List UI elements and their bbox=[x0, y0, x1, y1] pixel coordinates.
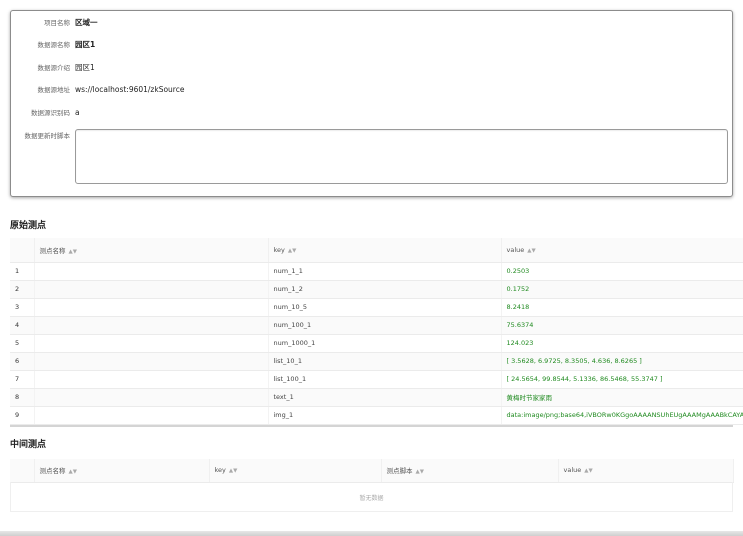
point-key-cell: num_100_1 bbox=[268, 316, 502, 335]
point-value-cell: 8.2418 bbox=[501, 298, 743, 317]
point-name-cell bbox=[34, 334, 269, 353]
row-index: 6 bbox=[10, 352, 35, 371]
mid-points-title: 中间测点 bbox=[10, 440, 47, 450]
sort-caret-icon[interactable]: ▲▼ bbox=[416, 469, 424, 475]
point-name-cell bbox=[34, 370, 269, 389]
table-row[interactable]: 2 num_1_2 0.1752 bbox=[10, 280, 743, 299]
point-value-cell: 0.2503 bbox=[501, 262, 743, 281]
row-index: 4 bbox=[10, 316, 35, 335]
row-index: 9 bbox=[10, 406, 35, 425]
form-row-source-id: 数据源识别码 a bbox=[11, 106, 732, 120]
row-index: 5 bbox=[10, 334, 35, 353]
bottom-edge bbox=[0, 531, 743, 536]
table-row[interactable]: 7 list_100_1 [ 24.5654, 99.8544, 5.1336,… bbox=[10, 370, 743, 389]
mid-points-header-row: 测点名称 ▲▼ key ▲▼ 测点脚本 ▲▼ value ▲▼ bbox=[10, 459, 734, 483]
source-id-value: a bbox=[75, 108, 80, 117]
table-row[interactable]: 9 img_1 data:image/png;base64,iVBORw0KGg… bbox=[10, 406, 743, 425]
form-row-source-name: 数据源名称 园区1 bbox=[11, 38, 732, 52]
key-column-header[interactable]: key ▲▼ bbox=[209, 459, 382, 483]
table-row[interactable]: 3 num_10_5 8.2418 bbox=[10, 298, 743, 317]
value-column-header[interactable]: value ▲▼ bbox=[501, 238, 743, 263]
row-index: 8 bbox=[10, 388, 35, 407]
project-value: 区域一 bbox=[75, 18, 98, 27]
point-value-cell: data:image/png;base64,iVBORw0KGgoAAAANSU… bbox=[501, 406, 743, 425]
point-value-cell: 0.1752 bbox=[501, 280, 743, 299]
script-column-header[interactable]: 测点脚本 ▲▼ bbox=[381, 459, 559, 483]
row-index: 3 bbox=[10, 298, 35, 317]
point-value-cell: 75.6374 bbox=[501, 316, 743, 335]
point-name-cell bbox=[34, 316, 269, 335]
source-name-label: 数据源名称 bbox=[37, 41, 71, 49]
empty-state: 暂无数据 bbox=[10, 482, 733, 512]
update-script-textarea[interactable] bbox=[75, 129, 728, 184]
point-value-cell: 黄梅时节家家雨 bbox=[501, 388, 743, 407]
point-name-cell bbox=[34, 406, 269, 425]
sort-caret-icon[interactable]: ▲▼ bbox=[288, 248, 296, 254]
point-key-cell: img_1 bbox=[268, 406, 502, 425]
mid-points-table: 测点名称 ▲▼ key ▲▼ 测点脚本 ▲▼ value ▲▼ bbox=[10, 459, 734, 483]
value-column-header[interactable]: value ▲▼ bbox=[558, 459, 734, 483]
table-row[interactable]: 1 num_1_1 0.2503 bbox=[10, 262, 743, 281]
point-key-cell: num_1_2 bbox=[268, 280, 502, 299]
sort-caret-icon[interactable]: ▲▼ bbox=[69, 249, 77, 255]
raw-points-title: 原始测点 bbox=[10, 221, 47, 231]
point-name-cell bbox=[34, 388, 269, 407]
source-name-value: 园区1 bbox=[75, 40, 96, 49]
source-id-label: 数据源识别码 bbox=[31, 109, 70, 117]
point-key-cell: list_100_1 bbox=[268, 370, 502, 389]
row-index: 2 bbox=[10, 280, 35, 299]
source-addr-value: ws://localhost:9601/zkSource bbox=[75, 85, 185, 94]
source-desc-label: 数据源介绍 bbox=[37, 64, 71, 72]
project-label: 项目名称 bbox=[44, 19, 70, 27]
point-key-cell: text_1 bbox=[268, 388, 502, 407]
key-column-header[interactable]: key ▲▼ bbox=[268, 238, 502, 263]
index-header bbox=[10, 459, 35, 483]
table-row[interactable]: 8 text_1 黄梅时节家家雨 bbox=[10, 388, 743, 407]
point-key-cell: num_1000_1 bbox=[268, 334, 502, 353]
row-index: 7 bbox=[10, 370, 35, 389]
raw-points-table: 测点名称 ▲▼ key ▲▼ value ▲▼ 1 num_1_1 0.2503 2 … bbox=[10, 238, 743, 425]
table-row[interactable]: 4 num_100_1 75.6374 bbox=[10, 316, 743, 335]
point-name-cell bbox=[34, 298, 269, 317]
table-row[interactable]: 6 list_10_1 [ 3.5628, 6.9725, 8.3505, 4.… bbox=[10, 352, 743, 371]
row-index: 1 bbox=[10, 262, 35, 281]
source-desc-value: 园区1 bbox=[75, 63, 95, 72]
source-addr-label: 数据源地址 bbox=[37, 86, 71, 94]
index-header bbox=[10, 238, 35, 263]
point-value-cell: [ 3.5628, 6.9725, 8.3505, 4.636, 8.6265 … bbox=[501, 352, 743, 371]
point-name-cell bbox=[34, 280, 269, 299]
sort-caret-icon[interactable]: ▲▼ bbox=[229, 468, 237, 474]
point-value-cell: [ 24.5654, 99.8544, 5.1336, 86.5468, 55.… bbox=[501, 370, 743, 389]
sort-caret-icon[interactable]: ▲▼ bbox=[527, 248, 535, 254]
datasource-form: 项目名称 区域一 数据源名称 园区1 数据源介绍 园区1 数据源地址 ws://… bbox=[10, 10, 733, 197]
form-row-source-addr: 数据源地址 ws://localhost:9601/zkSource bbox=[11, 83, 732, 97]
script-label: 数据更新时脚本 bbox=[24, 132, 71, 140]
name-column-header[interactable]: 测点名称 ▲▼ bbox=[34, 238, 269, 263]
sort-caret-icon[interactable]: ▲▼ bbox=[69, 469, 77, 475]
form-row-project: 项目名称 区域一 bbox=[11, 16, 732, 30]
point-key-cell: num_1_1 bbox=[268, 262, 502, 281]
empty-text: 暂无数据 bbox=[359, 495, 384, 502]
sort-caret-icon[interactable]: ▲▼ bbox=[584, 468, 592, 474]
raw-points-header-row: 测点名称 ▲▼ key ▲▼ value ▲▼ bbox=[10, 238, 743, 263]
table-row[interactable]: 5 num_1000_1 124.023 bbox=[10, 334, 743, 353]
section-divider bbox=[10, 425, 733, 427]
point-name-cell bbox=[34, 352, 269, 371]
point-key-cell: list_10_1 bbox=[268, 352, 502, 371]
point-name-cell bbox=[34, 262, 269, 281]
name-column-header[interactable]: 测点名称 ▲▼ bbox=[34, 459, 210, 483]
form-row-source-desc: 数据源介绍 园区1 bbox=[11, 61, 732, 75]
point-value-cell: 124.023 bbox=[501, 334, 743, 353]
point-key-cell: num_10_5 bbox=[268, 298, 502, 317]
